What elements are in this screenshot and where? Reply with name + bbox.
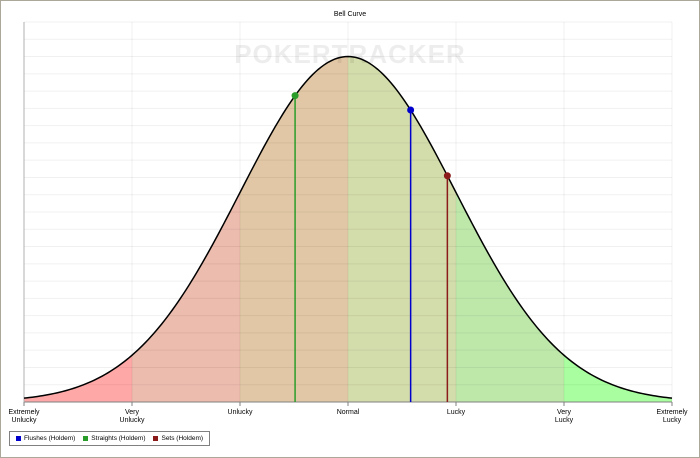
series-point-1[interactable] bbox=[291, 92, 299, 100]
legend-item: Straights (Holdem) bbox=[83, 435, 145, 442]
legend-swatch bbox=[153, 436, 159, 441]
legend-label: Flushes (Holdem) bbox=[24, 435, 76, 442]
legend-swatch bbox=[83, 436, 89, 441]
x-tick-label: Lucky bbox=[446, 409, 466, 416]
x-tick-label: Extremely Lucky bbox=[656, 409, 688, 424]
legend-label: Sets (Holdem) bbox=[161, 435, 204, 442]
series-point-0[interactable] bbox=[407, 106, 415, 114]
legend-label: Straights (Holdem) bbox=[91, 435, 146, 442]
x-tick-label: Very Lucky bbox=[554, 409, 574, 424]
watermark-logo: POKERTRACKER bbox=[234, 39, 466, 69]
x-tick-label: Normal bbox=[336, 409, 360, 416]
legend-item: Sets (Holdem) bbox=[153, 435, 203, 442]
legend: Flushes (Holdem) Straights (Holdem) Sets (… bbox=[9, 431, 211, 446]
x-tick-label: Extremely Unlucky bbox=[8, 409, 40, 424]
legend-swatch bbox=[16, 436, 21, 441]
bell-curve-chart: POKERTRACKER bbox=[23, 21, 673, 406]
x-tick-label: Unlucky bbox=[227, 409, 253, 416]
series-point-2[interactable] bbox=[443, 172, 451, 180]
x-tick-label: Very Unlucky bbox=[119, 409, 145, 424]
legend-item: Flushes (Holdem) bbox=[16, 435, 75, 442]
